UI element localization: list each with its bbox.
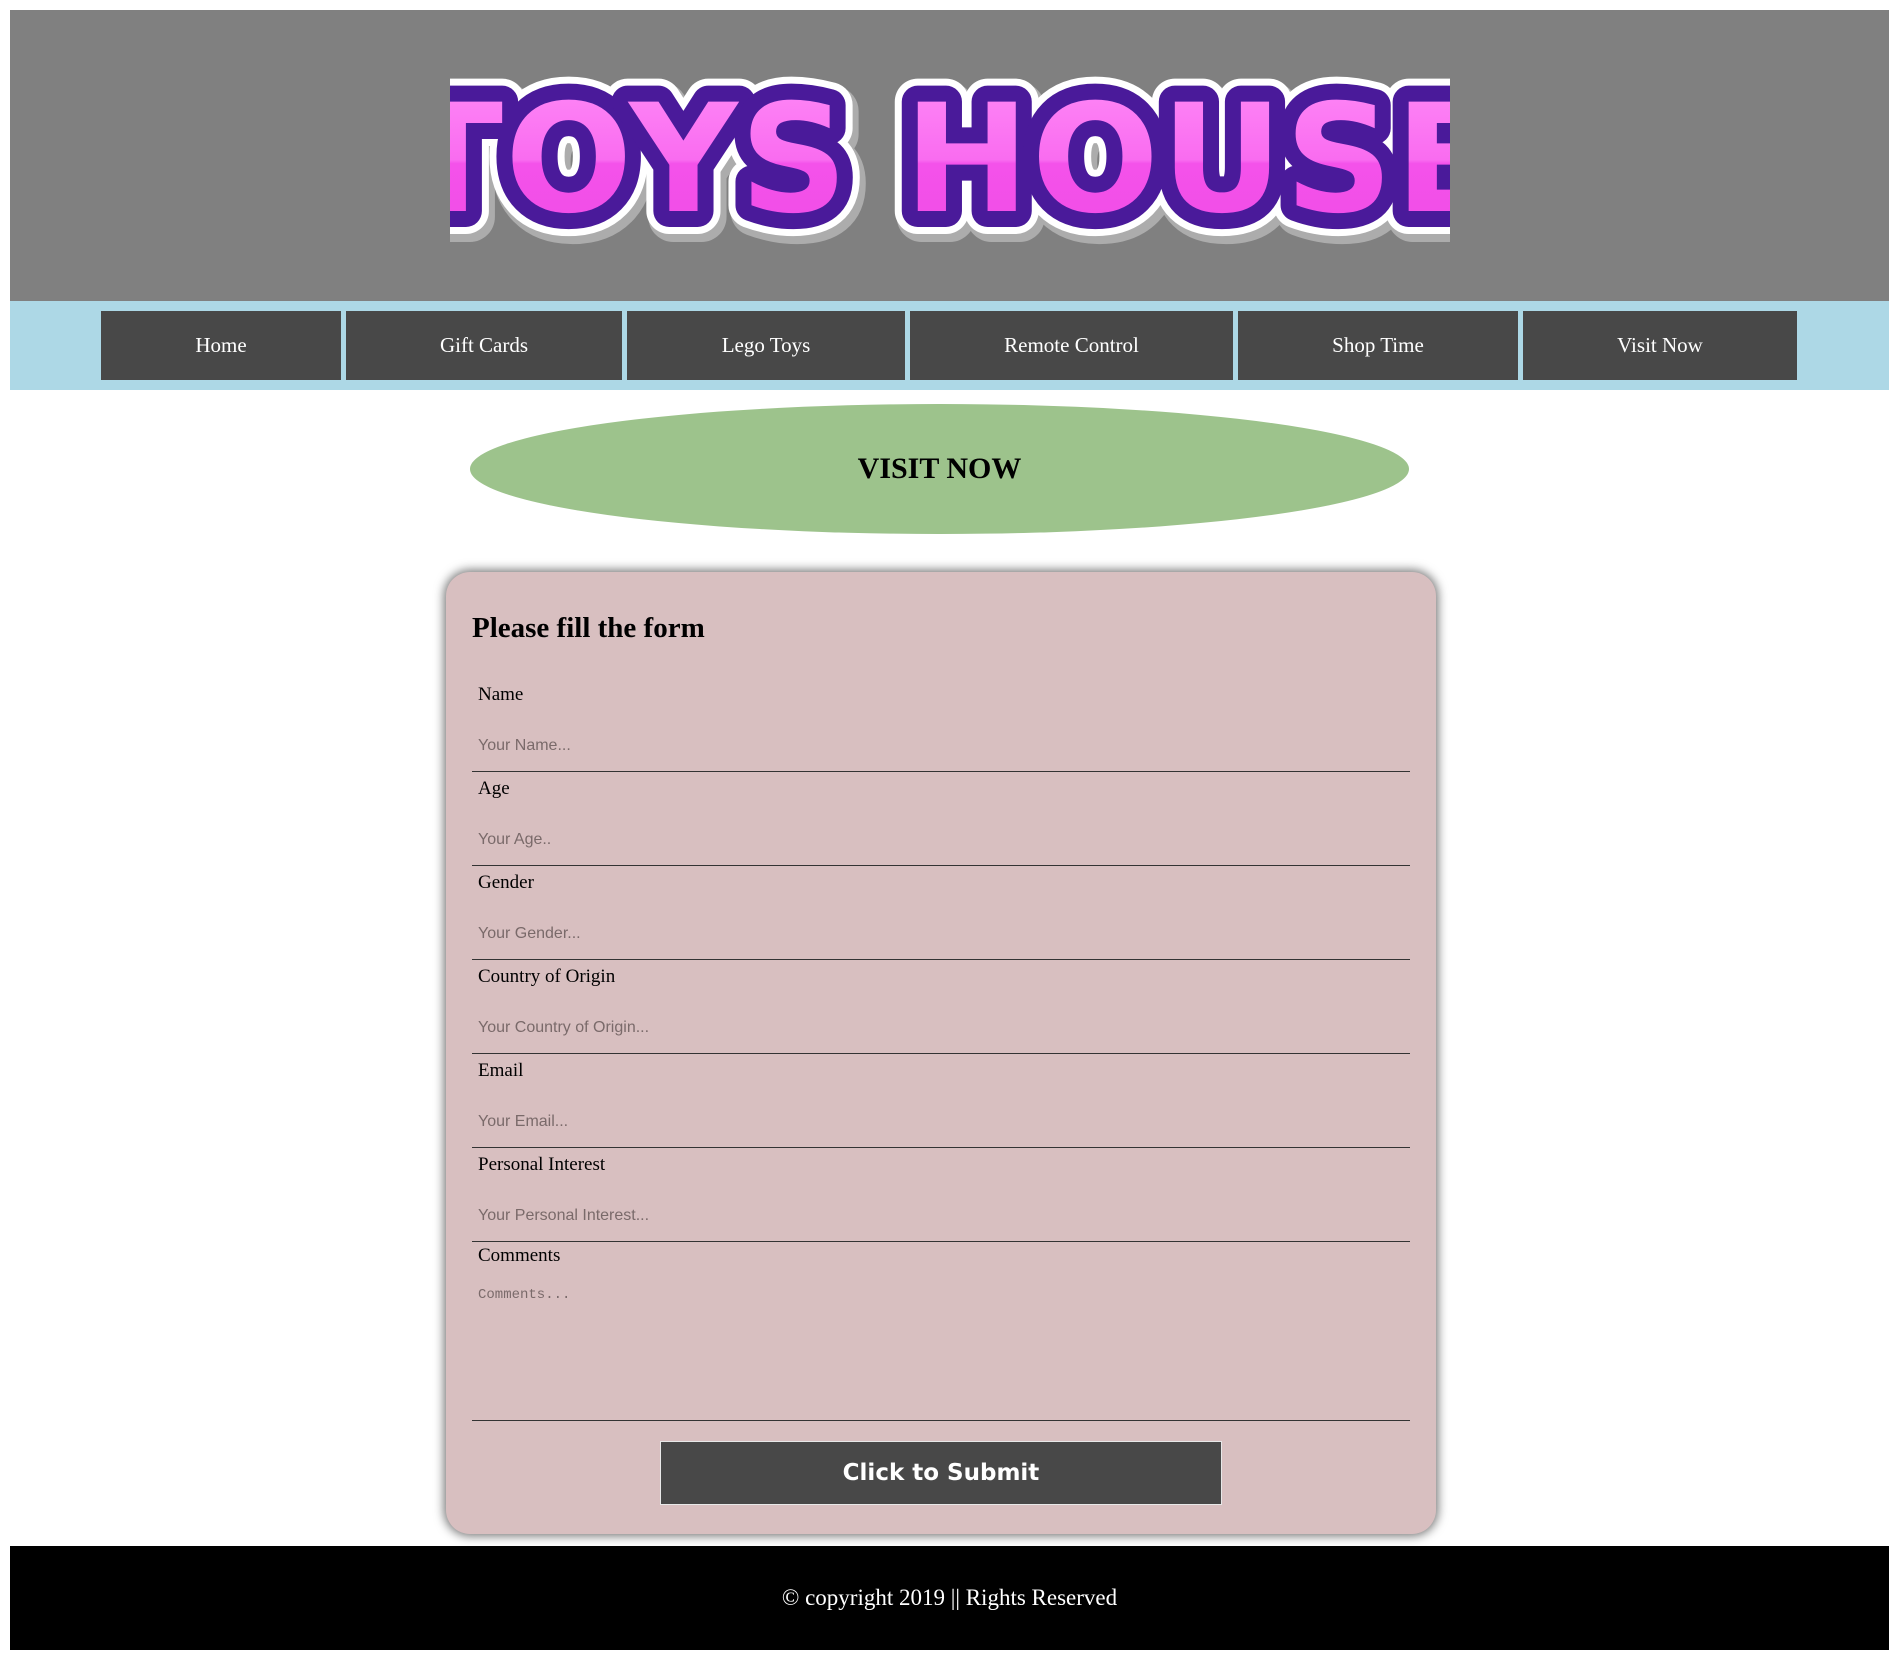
- interest-input[interactable]: [472, 1190, 1410, 1242]
- form-title: Please fill the form: [472, 612, 705, 644]
- email-input[interactable]: [472, 1096, 1410, 1148]
- email-field-group: Email: [472, 1060, 1410, 1154]
- nav-item-visit-now[interactable]: Visit Now: [1523, 311, 1797, 380]
- comments-field-group: Comments: [472, 1245, 1410, 1430]
- visit-now-banner: VISIT NOW: [470, 404, 1409, 534]
- nav-item-remote-control[interactable]: Remote Control: [910, 311, 1233, 380]
- name-input[interactable]: [472, 720, 1410, 772]
- visit-now-heading: VISIT NOW: [857, 452, 1022, 485]
- nav-item-gift-cards[interactable]: Gift Cards: [346, 311, 622, 380]
- comments-label: Comments: [478, 1245, 561, 1266]
- gender-label: Gender: [478, 872, 534, 893]
- toys-house-logo[interactable]: TOYS HOUSE TOYS HOUSE TOYS HOUSE TOYS HO…: [450, 51, 1450, 261]
- nav-item-lego-toys[interactable]: Lego Toys: [627, 311, 905, 380]
- site-footer: © copyright 2019 || Rights Reserved: [10, 1546, 1889, 1650]
- country-input[interactable]: [472, 1002, 1410, 1054]
- contact-form: Please fill the form Name Age Gender Cou…: [446, 572, 1436, 1534]
- name-field-group: Name: [472, 684, 1410, 778]
- site-header: TOYS HOUSE TOYS HOUSE TOYS HOUSE TOYS HO…: [10, 10, 1889, 301]
- name-label: Name: [478, 684, 524, 705]
- comments-textarea[interactable]: [472, 1281, 1410, 1421]
- gender-input[interactable]: [472, 908, 1410, 960]
- email-label: Email: [478, 1060, 524, 1081]
- age-input[interactable]: [472, 814, 1410, 866]
- interest-label: Personal Interest: [478, 1154, 606, 1175]
- interest-field-group: Personal Interest: [472, 1154, 1410, 1248]
- country-field-group: Country of Origin: [472, 966, 1410, 1060]
- nav-item-shop-time[interactable]: Shop Time: [1238, 311, 1518, 380]
- nav-item-home[interactable]: Home: [101, 311, 341, 380]
- copyright-text: © copyright 2019 || Rights Reserved: [781, 1585, 1118, 1610]
- submit-button[interactable]: Click to Submit: [660, 1441, 1222, 1505]
- gender-field-group: Gender: [472, 872, 1410, 966]
- country-label: Country of Origin: [478, 966, 616, 987]
- age-label: Age: [478, 778, 510, 799]
- logo-text: TOYS HOUSE: [450, 73, 1450, 247]
- age-field-group: Age: [472, 778, 1410, 872]
- main-nav: Home Gift Cards Lego Toys Remote Control…: [10, 301, 1889, 390]
